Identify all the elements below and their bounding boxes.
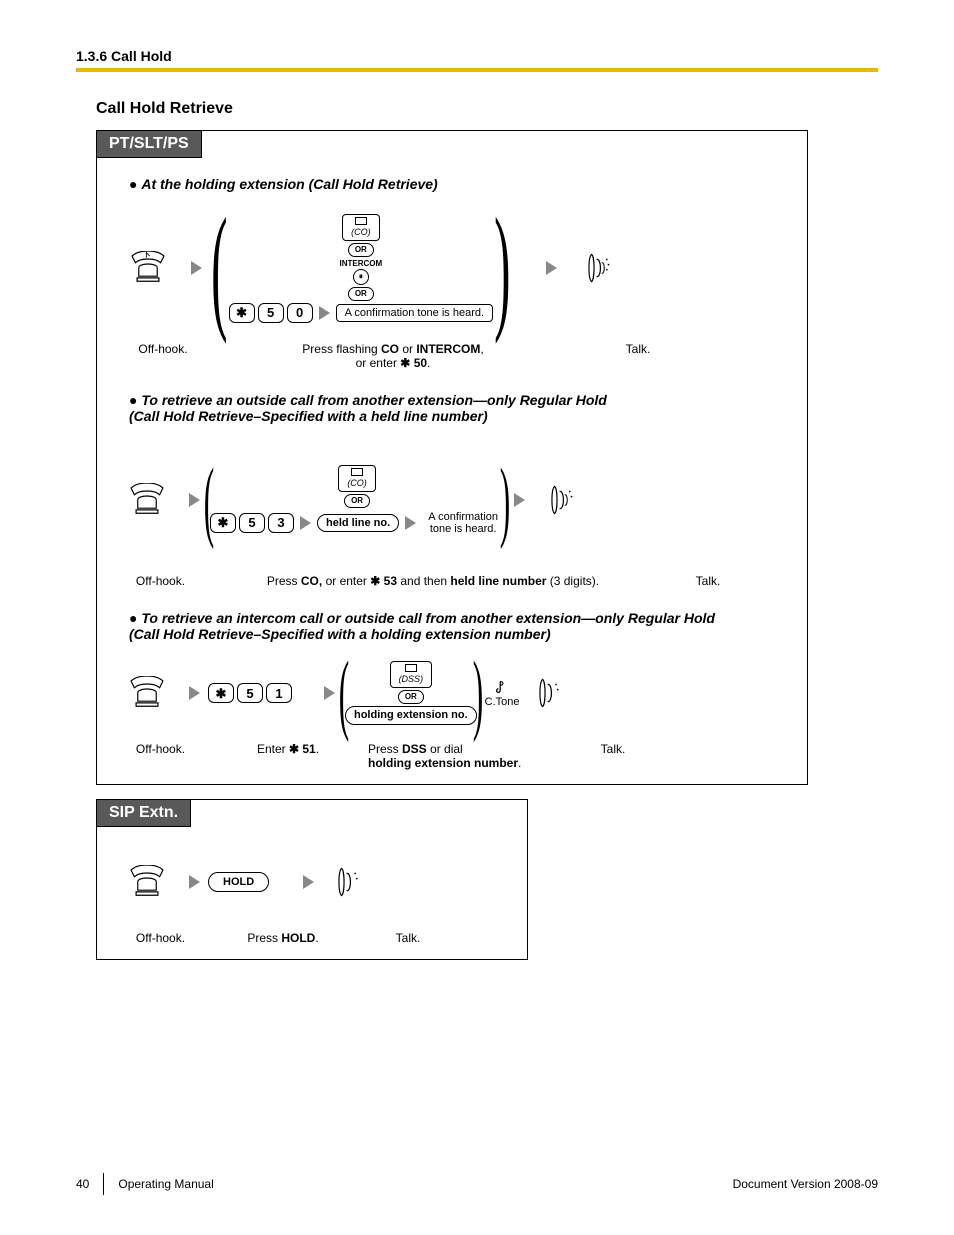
block3-title: To retrieve an intercom call or outside … [129,610,791,642]
caption-talk: Talk. [658,574,758,588]
block2-title: To retrieve an outside call from another… [129,392,791,424]
or-pill: OR [348,287,374,301]
or-pill: OR [398,690,424,704]
panel-sip: SIP Extn. HOLD Off-hook. Press HOLD. [96,799,528,960]
intercom-button: INTERCOM ⏸ [340,259,383,285]
footer-right: Document Version 2008-09 [733,1177,878,1191]
offhook-icon [127,251,169,285]
co-button: (CO) [342,214,380,241]
talk-icon [546,483,580,517]
arrow-icon [319,306,330,320]
caption-hold: Press HOLD. [208,931,358,945]
dial-keys: 5 1 [208,683,292,703]
arrow-icon [514,493,525,507]
talk-icon [583,251,617,285]
talk-icon [333,865,367,899]
offhook-icon [126,676,168,710]
arrow-icon [189,493,200,507]
footer-left: Operating Manual [118,1177,213,1191]
caption-enter: Enter ✱ 51. [208,742,368,770]
caption-talk: Talk. [548,742,678,770]
caption-offhook: Off-hook. [113,742,208,770]
offhook-icon [126,865,168,899]
page-number: 40 [76,1177,89,1191]
arrow-icon [300,516,311,530]
dial-keys: 5 0 [229,303,313,323]
talk-icon [534,676,568,710]
arrow-icon [191,261,202,275]
header-rule [76,68,878,72]
panel-tab: SIP Extn. [97,800,191,827]
conf-note: A confirmation tone is heard. [336,304,493,322]
conf-note: A confirmation tone is heard. [422,510,504,536]
caption-dss: Press DSS or dial holding extension numb… [368,742,548,770]
hold-button: HOLD [208,872,269,892]
panel-tab: PT/SLT/PS [97,131,202,158]
held-line-label: held line no. [317,514,399,532]
footer: 40 Operating Manual Document Version 200… [76,1173,878,1195]
co-button: (CO) [338,465,376,492]
breadcrumb: 1.3.6 Call Hold [76,48,878,64]
arrow-icon [324,686,335,700]
offhook-icon [126,483,168,517]
dial-keys: 5 3 [210,513,294,533]
caption-offhook: Off-hook. [113,342,213,370]
arrow-icon [546,261,557,275]
ctone-icon: C.Tone [485,678,520,708]
or-pill: OR [348,243,374,257]
section-title: Call Hold Retrieve [96,100,878,118]
arrow-icon [189,686,200,700]
caption-mid: Press flashing CO or INTERCOM, or enter … [213,342,573,370]
arrow-icon [189,875,200,889]
arrow-icon [303,875,314,889]
caption-offhook: Off-hook. [113,574,208,588]
panel-pt-slt-ps: PT/SLT/PS At the holding extension (Call… [96,130,808,785]
or-pill: OR [344,494,370,508]
caption-talk: Talk. [573,342,703,370]
caption-talk: Talk. [358,931,458,945]
caption-mid: Press CO, or enter ✱ 53 and then held li… [208,574,658,588]
arrow-icon [405,516,416,530]
holding-ext-label: holding extension no. [345,706,477,724]
caption-offhook: Off-hook. [113,931,208,945]
dss-button: (DSS) [390,661,433,688]
block1-title: At the holding extension (Call Hold Retr… [129,176,791,192]
